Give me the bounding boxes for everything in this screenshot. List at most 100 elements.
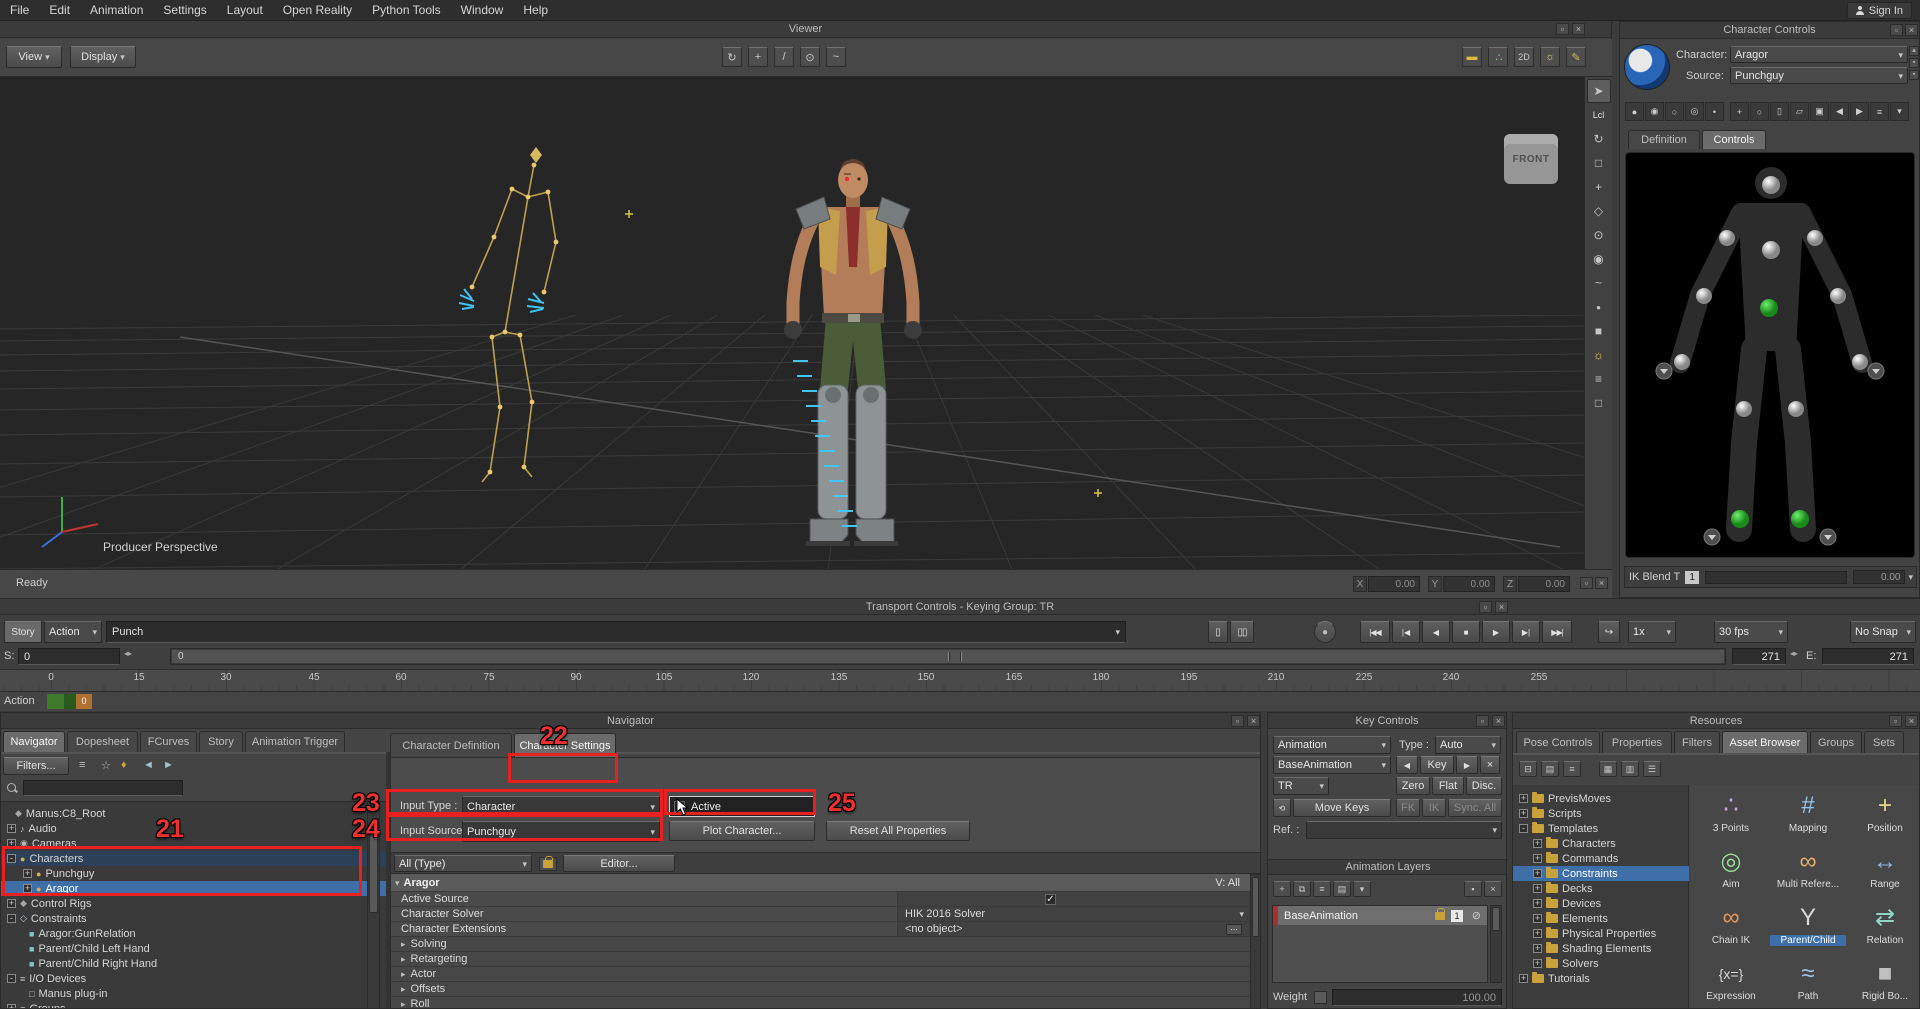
range-scrollbar[interactable]: 0: [170, 648, 1726, 665]
2d-display-icon[interactable]: 2D: [1514, 47, 1534, 67]
small-icons-icon[interactable]: ▥: [1621, 761, 1639, 777]
close-panel-icon[interactable]: [1495, 601, 1508, 613]
tree-item-parent-child-right[interactable]: Parent/Child Right Hand: [1, 956, 386, 971]
zero-button[interactable]: Zero: [1396, 777, 1430, 795]
new-layer-icon[interactable]: +: [1273, 881, 1291, 897]
delete-key-button[interactable]: [1480, 756, 1500, 774]
tab-properties[interactable]: Properties: [1602, 731, 1672, 753]
speed-select[interactable]: 1x: [1628, 621, 1676, 643]
tab-groups[interactable]: Groups: [1810, 731, 1862, 753]
sign-in-button[interactable]: Sign In: [1847, 2, 1912, 19]
camera-tool-icon[interactable]: [1587, 247, 1611, 271]
expand-icon[interactable]: [7, 899, 16, 908]
character-select[interactable]: Aragor: [1730, 46, 1908, 63]
layer-badge[interactable]: 1: [1451, 910, 1463, 922]
forward-icon[interactable]: [163, 759, 174, 771]
tab-filters[interactable]: Filters: [1674, 731, 1720, 753]
layer-filter-icon[interactable]: ▾: [1353, 881, 1371, 897]
tree-item-manus-root[interactable]: Manus:C8_Root: [1, 806, 386, 821]
asset-range[interactable]: ↔Range: [1847, 845, 1920, 897]
menu-settings[interactable]: Settings: [153, 3, 216, 17]
layer-select[interactable]: BaseAnimation: [1273, 756, 1391, 774]
right-shoulder-effector[interactable]: [1807, 230, 1823, 246]
asset-parent-child[interactable]: YParent/Child: [1770, 901, 1846, 953]
more-icon[interactable]: ▾: [1890, 102, 1909, 121]
next-key-button[interactable]: ▶: [1456, 756, 1478, 774]
snap-tool-icon[interactable]: [1587, 223, 1611, 247]
light-icon[interactable]: [1540, 47, 1560, 67]
left-shoulder-effector[interactable]: [1719, 230, 1735, 246]
action-track[interactable]: Action 0: [0, 691, 1920, 711]
tab-navigator[interactable]: Navigator: [3, 731, 65, 752]
viewport-3d[interactable]: FRONT Producer Perspective: [0, 77, 1584, 569]
tree-item-manus-plugin[interactable]: Manus plug-in: [1, 986, 386, 1001]
list-view-icon[interactable]: ☰: [1643, 761, 1661, 777]
cube-tool-icon[interactable]: [1587, 319, 1611, 343]
pin-rotate-icon[interactable]: ○: [1750, 102, 1769, 121]
local-ref-icon[interactable]: Lcl: [1587, 103, 1611, 127]
aux-icon[interactable]: ≡: [1870, 102, 1889, 121]
tab-asset-browser[interactable]: Asset Browser: [1722, 731, 1808, 753]
property-group-actor[interactable]: Actor: [391, 967, 1250, 982]
tree-item-physical-properties[interactable]: Physical Properties: [1513, 926, 1689, 941]
weight-mode-badge[interactable]: [1314, 991, 1327, 1004]
zoom-tool-icon[interactable]: [800, 47, 820, 67]
action-clip-block[interactable]: [64, 694, 76, 709]
asset-multi-referential[interactable]: ∞Multi Refere...: [1770, 845, 1846, 897]
move-keys-icon[interactable]: ⟲: [1273, 799, 1291, 817]
duplicate-layer-icon[interactable]: ⧉: [1293, 881, 1311, 897]
expand-icon[interactable]: [1533, 899, 1542, 908]
menu-animation[interactable]: Animation: [80, 3, 153, 17]
expand-icon[interactable]: [1519, 809, 1528, 818]
property-row-value[interactable]: <no object>: [897, 922, 1250, 937]
keying-mode-icon-2[interactable]: ◉: [1645, 102, 1664, 121]
close-panel-icon[interactable]: [1572, 23, 1585, 35]
next-key-button[interactable]: [1512, 621, 1540, 643]
grid-scrollbar[interactable]: [1250, 874, 1261, 1009]
asset-chain-ik[interactable]: ∞Chain IK: [1693, 901, 1769, 953]
tab-character-definition[interactable]: Character Definition: [390, 733, 512, 757]
key-type-select[interactable]: Auto: [1435, 736, 1501, 754]
dual-view-button[interactable]: ▯▯: [1230, 621, 1254, 643]
curve-tool-icon[interactable]: [826, 47, 846, 67]
lock-button[interactable]: [539, 857, 557, 871]
story-mode-button[interactable]: Story: [4, 621, 42, 643]
tr-select[interactable]: TR: [1273, 777, 1329, 795]
panel-mini-icon[interactable]: ▪: [1909, 58, 1919, 68]
display-menu-button[interactable]: Display: [70, 46, 136, 68]
prev-key-button[interactable]: [1392, 621, 1420, 643]
current-frame-field[interactable]: 271: [1732, 648, 1786, 665]
property-group-offsets[interactable]: Offsets: [391, 982, 1250, 997]
view-cube[interactable]: FRONT: [1504, 134, 1558, 184]
mirror-icon[interactable]: ▯: [1770, 102, 1789, 121]
reach-icon[interactable]: ▱: [1790, 102, 1809, 121]
expand-icon[interactable]: [1533, 959, 1542, 968]
left-foot-effector[interactable]: [1731, 510, 1749, 528]
float-panel-icon[interactable]: [1889, 715, 1902, 727]
ruler-icon[interactable]: ▬: [1462, 47, 1482, 67]
curve-tool-icon[interactable]: [1587, 271, 1611, 295]
back-icon[interactable]: [143, 759, 154, 771]
tab-dopesheet[interactable]: Dopesheet: [67, 731, 138, 752]
asset-aim[interactable]: ◎Aim: [1693, 845, 1769, 897]
type-filter-select[interactable]: All (Type): [394, 855, 532, 872]
property-group-solving[interactable]: Solving: [391, 937, 1250, 952]
favorite-icon[interactable]: [101, 759, 111, 772]
end-frame-field[interactable]: 271: [1822, 648, 1914, 665]
hips-effector[interactable]: [1760, 299, 1778, 317]
single-view-button[interactable]: ▯: [1208, 621, 1228, 643]
collapse-icon[interactable]: [7, 974, 16, 983]
close-panel-icon[interactable]: [1492, 715, 1505, 727]
collapse-icon[interactable]: [7, 914, 16, 923]
editor-button[interactable]: Editor...: [563, 855, 675, 872]
pen-icon[interactable]: ✎: [1566, 47, 1586, 67]
menu-layout[interactable]: Layout: [217, 3, 273, 17]
tree-item-decks[interactable]: Decks: [1513, 881, 1689, 896]
start-frame-field[interactable]: 0: [18, 648, 120, 665]
action-clip-block[interactable]: [47, 694, 64, 709]
tree-refresh-icon[interactable]: ≡: [1563, 761, 1581, 777]
chest-effector[interactable]: [1762, 241, 1780, 259]
float-panel-icon[interactable]: [1890, 24, 1903, 36]
stop-button[interactable]: [1452, 621, 1480, 643]
expand-icon[interactable]: [1533, 869, 1542, 878]
